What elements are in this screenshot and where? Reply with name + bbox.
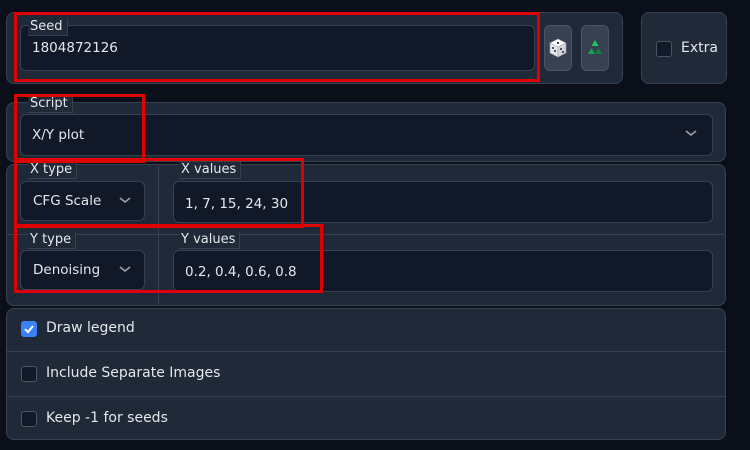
- seed-value: 1804872126: [32, 40, 118, 56]
- extra-checkbox[interactable]: [656, 41, 672, 57]
- script-value: X/Y plot: [32, 127, 85, 143]
- y-values-value: 0.2, 0.4, 0.6, 0.8: [185, 264, 297, 280]
- recycle-icon: [588, 40, 602, 54]
- include-separate-images-checkbox[interactable]: [21, 366, 37, 382]
- script-dropdown[interactable]: [20, 114, 713, 156]
- xy-row-divider: [8, 234, 724, 235]
- x-type-label: X type: [28, 162, 78, 179]
- keep-seeds-checkbox[interactable]: [21, 411, 37, 427]
- y-values-label: Y values: [179, 232, 241, 249]
- xy-column-divider: [158, 166, 159, 304]
- checkmark-icon: [24, 325, 34, 334]
- extra-label: Extra: [681, 40, 718, 56]
- x-type-value: CFG Scale: [33, 193, 102, 209]
- x-values-value: 1, 7, 15, 24, 30: [185, 196, 289, 212]
- reuse-seed-button[interactable]: [581, 25, 609, 71]
- options-divider: [6, 351, 726, 352]
- draw-legend-checkbox[interactable]: [21, 321, 37, 337]
- chevron-down-icon: [685, 130, 697, 137]
- options-divider: [6, 396, 726, 397]
- random-seed-button[interactable]: [544, 25, 572, 71]
- y-type-label: Y type: [28, 232, 77, 249]
- chevron-down-icon: [119, 266, 131, 273]
- draw-legend-label: Draw legend: [46, 320, 135, 336]
- seed-label: Seed: [28, 19, 68, 36]
- include-separate-images-label: Include Separate Images: [46, 365, 221, 381]
- dice-icon: [549, 38, 567, 58]
- x-values-label: X values: [179, 162, 242, 179]
- chevron-down-icon: [119, 197, 131, 204]
- y-type-value: Denoising: [33, 262, 101, 278]
- script-label: Script: [28, 96, 73, 113]
- keep-seeds-label: Keep -1 for seeds: [46, 410, 168, 426]
